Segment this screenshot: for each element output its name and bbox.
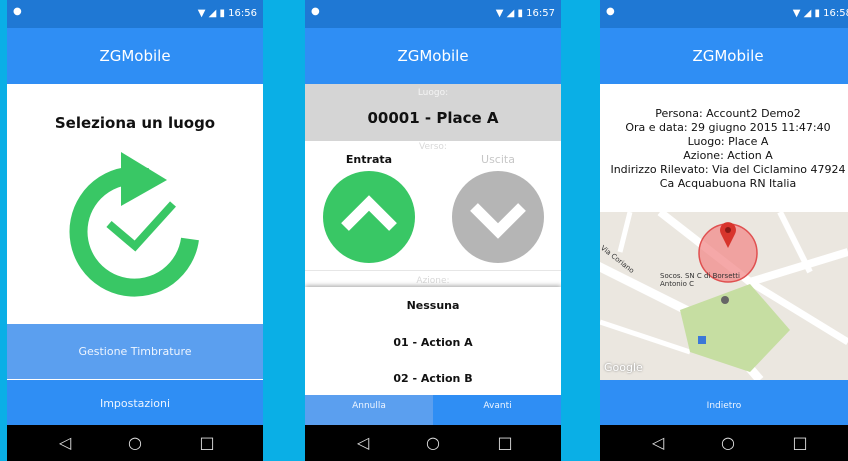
battery-icon: ▮ xyxy=(517,8,523,19)
recent-apps-icon[interactable]: □ xyxy=(790,433,810,452)
status-time: 16:56 xyxy=(228,8,257,19)
app-title: ZGMobile xyxy=(692,47,764,65)
action-dropdown: Nessuna 01 - Action A 02 - Action B xyxy=(305,287,561,395)
map-poi-label: Socos. SN C di Borsetti Antonio C xyxy=(660,272,740,288)
action-option-a[interactable]: 01 - Action A xyxy=(305,336,561,349)
place-field[interactable]: Luogo: 00001 - Place A xyxy=(305,84,561,141)
back-icon[interactable]: ◁ xyxy=(55,433,75,452)
recent-apps-icon[interactable]: □ xyxy=(495,433,515,452)
home-icon[interactable]: ○ xyxy=(718,433,738,452)
nav-bar: ◁ ○ □ xyxy=(305,425,561,461)
signal-icon: ◢ xyxy=(208,8,217,19)
status-bar: ● ▼ ◢ ▮ 16:57 xyxy=(305,0,561,28)
home-icon[interactable]: ○ xyxy=(125,433,145,452)
status-right: ▼ ◢ ▮ 16:58 xyxy=(793,8,848,19)
status-bar: ● ▼ ◢ ▮ 16:58 xyxy=(600,0,848,28)
status-time: 16:58 xyxy=(823,8,848,19)
app-bar: ZGMobile xyxy=(7,28,263,84)
recent-apps-icon[interactable]: □ xyxy=(197,433,217,452)
back-icon[interactable]: ◁ xyxy=(353,433,373,452)
nav-bar: ◁ ○ □ xyxy=(7,425,263,461)
exit-label: Uscita xyxy=(481,153,515,166)
back-button[interactable]: Indietro xyxy=(600,380,848,425)
action-label: Azione: xyxy=(416,276,450,286)
direction-label: Verso: xyxy=(419,142,447,152)
place-value: 00001 - Place A xyxy=(367,109,499,127)
arrow-head xyxy=(121,152,167,206)
notification-icon: ● xyxy=(606,6,615,17)
app-title: ZGMobile xyxy=(397,47,469,65)
battery-icon: ▮ xyxy=(814,8,820,19)
action-option-none[interactable]: Nessuna xyxy=(305,299,561,312)
divider xyxy=(305,270,561,271)
exit-button[interactable] xyxy=(452,171,544,263)
nav-bar: ◁ ○ □ xyxy=(600,425,848,461)
place-label: Luogo: xyxy=(417,88,449,98)
screen-summary: ● ▼ ◢ ▮ 16:58 ZGMobile Persona: Account2… xyxy=(600,0,848,461)
manage-timestamps-button[interactable]: Gestione Timbrature xyxy=(7,324,263,379)
status-bar: ● ▼ ◢ ▮ 16:56 xyxy=(7,0,263,28)
page-heading: Seleziona un luogo xyxy=(54,114,216,132)
status-right: ▼ ◢ ▮ 16:56 xyxy=(198,8,257,19)
signal-icon: ◢ xyxy=(506,8,515,19)
cancel-button[interactable]: Annulla xyxy=(305,395,433,425)
screen-select-place: ● ▼ ◢ ▮ 16:56 ZGMobile Seleziona un luog… xyxy=(7,0,263,461)
app-title: ZGMobile xyxy=(99,47,171,65)
info-address-city: Ca Acquabuona RN Italia xyxy=(659,177,797,190)
info-place: Luogo: Place A xyxy=(687,135,769,148)
check-icon xyxy=(106,201,176,252)
wifi-icon: ▼ xyxy=(495,8,504,19)
status-time: 16:57 xyxy=(526,8,555,19)
google-logo: Google xyxy=(604,361,643,374)
wifi-icon: ▼ xyxy=(792,8,801,19)
refresh-check-icon[interactable] xyxy=(55,146,215,306)
screen-direction: ● ▼ ◢ ▮ 16:57 ZGMobile Luogo: 00001 - Pl… xyxy=(305,0,561,461)
home-icon[interactable]: ○ xyxy=(423,433,443,452)
signal-icon: ◢ xyxy=(803,8,812,19)
settings-button[interactable]: Impostazioni xyxy=(7,380,263,425)
notification-icon: ● xyxy=(13,6,22,17)
info-datetime: Ora e data: 29 giugno 2015 11:47:40 xyxy=(625,121,831,134)
info-person: Persona: Account2 Demo2 xyxy=(655,107,801,120)
info-action: Azione: Action A xyxy=(683,149,773,162)
next-button[interactable]: Avanti xyxy=(434,395,561,425)
app-bar: ZGMobile xyxy=(600,28,848,84)
notification-icon: ● xyxy=(311,6,320,17)
action-option-b[interactable]: 02 - Action B xyxy=(305,372,561,385)
map-view[interactable]: Via Coriano Socos. SN C di Borsetti Anto… xyxy=(600,212,848,380)
status-right: ▼ ◢ ▮ 16:57 xyxy=(496,8,555,19)
entry-button[interactable] xyxy=(323,171,415,263)
back-icon[interactable]: ◁ xyxy=(648,433,668,452)
entry-label: Entrata xyxy=(345,153,393,166)
summary-info: Persona: Account2 Demo2 Ora e data: 29 g… xyxy=(600,84,848,212)
bottom-actions: Annulla Avanti xyxy=(305,395,561,425)
map-pin-icon[interactable] xyxy=(719,222,737,248)
wifi-icon: ▼ xyxy=(197,8,206,19)
app-bar: ZGMobile xyxy=(305,28,561,84)
info-address: Indirizzo Rilevato: Via del Ciclamino 47… xyxy=(610,163,846,176)
battery-icon: ▮ xyxy=(219,8,225,19)
